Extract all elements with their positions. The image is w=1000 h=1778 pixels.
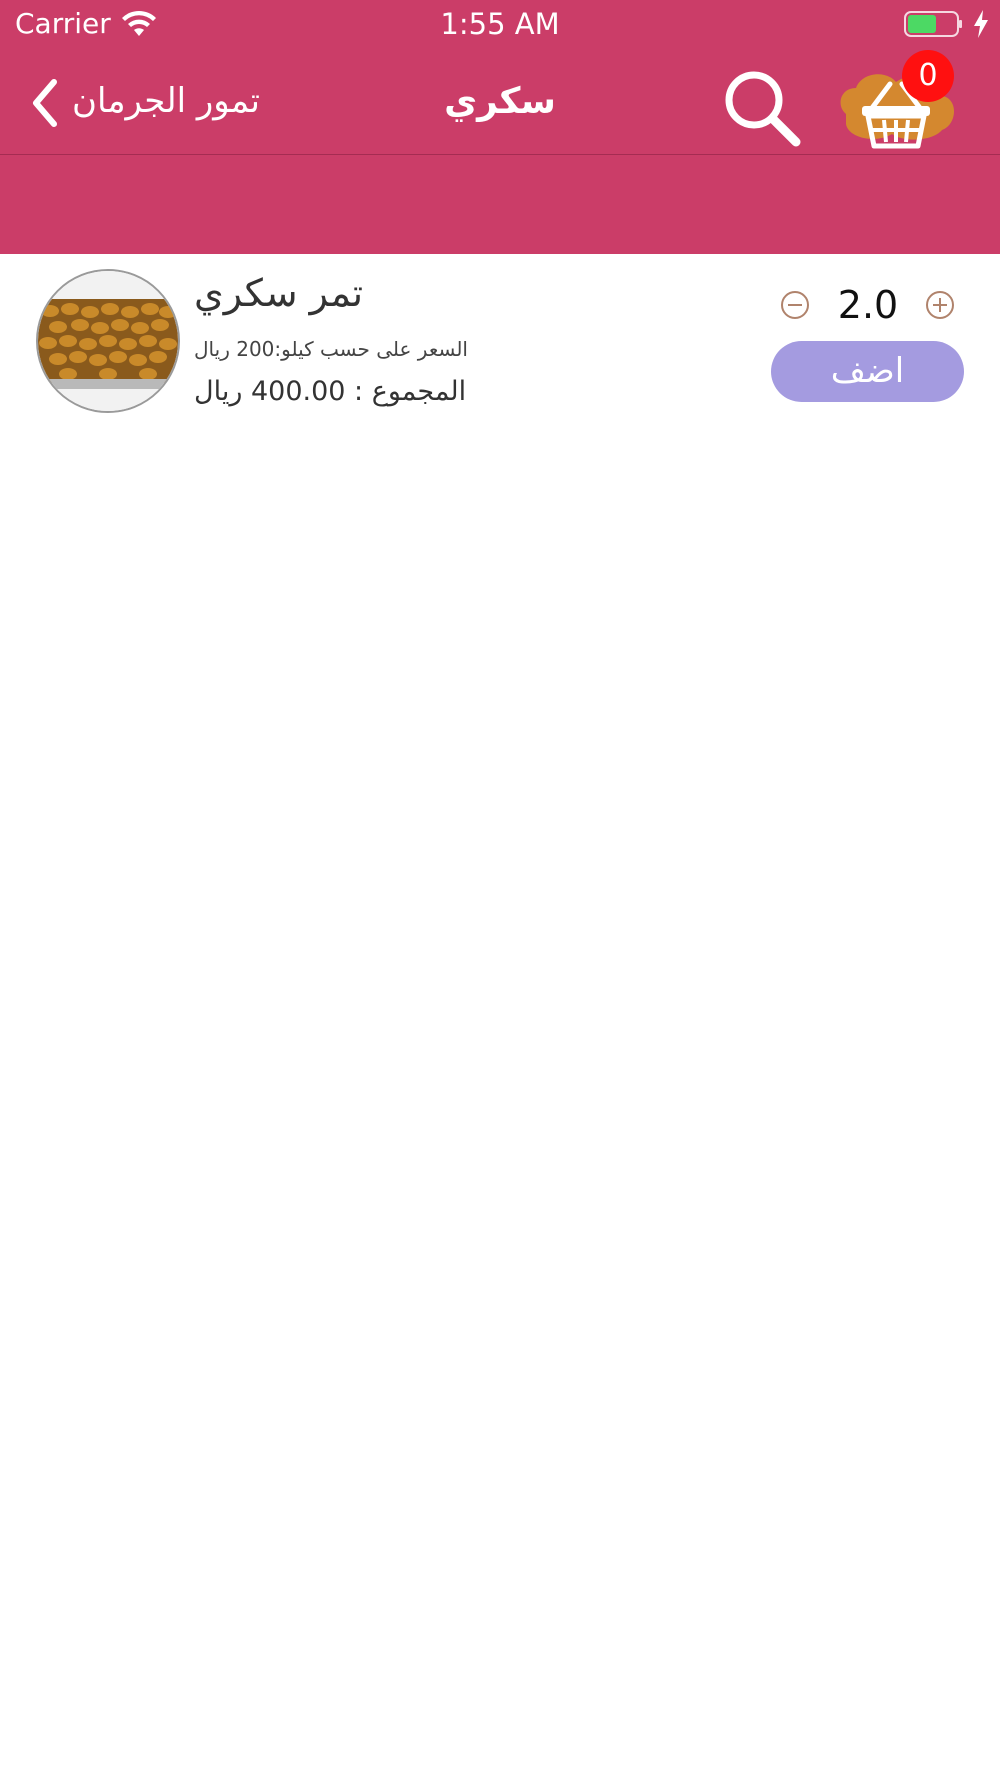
nav-divider [0,154,1000,155]
navigation-bar: تمور الجرمان سكري [0,50,1000,154]
chevron-left-icon [33,79,57,127]
search-icon[interactable] [720,66,804,150]
charging-bolt-icon [974,10,988,38]
back-button[interactable]: تمور الجرمان [24,70,284,134]
quantity-value: 2.0 [837,283,899,327]
product-row[interactable]: تمر سكري السعر على حسب كيلو:200 ريال الم… [0,254,1000,444]
total-price: المجموع : 400.00 ريال [194,376,467,407]
page-title: سكري [444,81,556,122]
quantity-stepper: 2.0 [770,278,970,338]
dates-photo-icon [38,271,178,411]
battery-icon [904,11,962,37]
price-per-kilo: السعر على حسب كيلو:200 ريال [194,337,468,361]
status-time: 1:55 AM [440,7,560,41]
product-name: تمر سكري [194,271,364,315]
product-image [36,269,180,413]
plus-icon[interactable] [925,290,955,320]
back-button-label: تمور الجرمان [72,81,260,121]
header: Carrier 1:55 AM تمور الجرمان سكري [0,0,1000,254]
status-bar: Carrier 1:55 AM [0,0,1000,50]
add-to-cart-button[interactable]: اضف [771,341,964,402]
minus-icon[interactable] [780,290,810,320]
cart-count-badge: 0 [902,50,954,102]
